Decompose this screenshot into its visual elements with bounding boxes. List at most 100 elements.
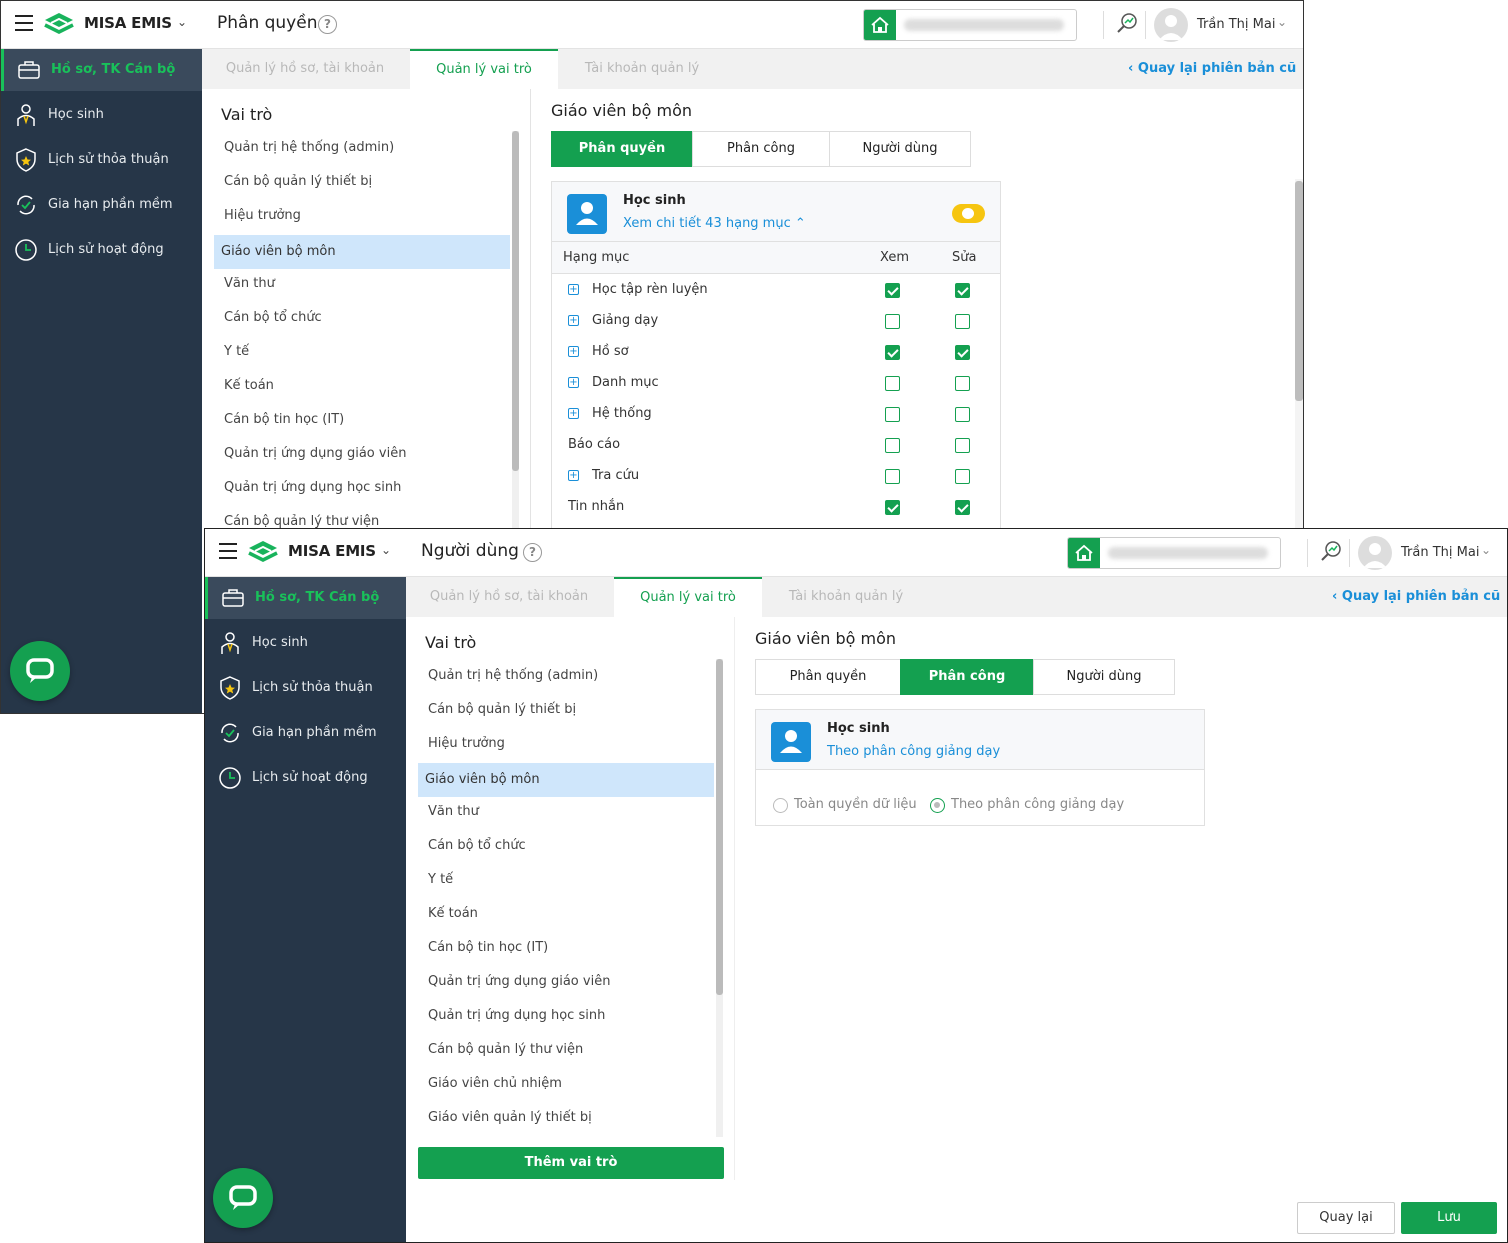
tab-profiles[interactable]: Quản lý hồ sơ, tài khoản	[202, 49, 408, 89]
edit-checkbox[interactable]	[955, 314, 970, 329]
chevron-down-icon[interactable]: ⌄	[1481, 543, 1491, 557]
tab-roles[interactable]: Quản lý vai trò	[614, 577, 762, 617]
role-item[interactable]: Quản trị ứng dụng giáo viên	[418, 965, 714, 999]
details-link[interactable]: Xem chi tiết 43 hạng mục ⌃	[623, 216, 806, 231]
edit-checkbox[interactable]	[955, 407, 970, 422]
role-item[interactable]: Kế toán	[214, 369, 510, 403]
analytics-search-icon[interactable]	[1115, 11, 1139, 35]
expand-icon[interactable]: +	[568, 408, 579, 419]
sidebar-item-students[interactable]: Học sinh	[205, 622, 406, 664]
role-item[interactable]: Y tế	[214, 335, 510, 369]
view-checkbox[interactable]	[885, 500, 900, 515]
expand-icon[interactable]: +	[568, 315, 579, 326]
tab-profiles[interactable]: Quản lý hồ sơ, tài khoản	[406, 577, 612, 617]
edit-checkbox[interactable]	[955, 345, 970, 360]
tab-admin-accounts[interactable]: Tài khoản quản lý	[764, 577, 928, 617]
role-item[interactable]: Hiệu trưởng	[418, 727, 714, 761]
sidebar-item-agreements[interactable]: Lịch sử thỏa thuận	[205, 667, 406, 709]
role-item-selected[interactable]: Giáo viên bộ môn	[214, 235, 510, 269]
role-item[interactable]: Cán bộ quản lý thư viện	[418, 1033, 714, 1067]
segment-users[interactable]: Người dùng	[829, 131, 971, 167]
expand-icon[interactable]: +	[568, 284, 579, 295]
chevron-down-icon[interactable]: ⌄	[1277, 15, 1287, 29]
segment-users[interactable]: Người dùng	[1033, 659, 1175, 695]
add-role-button[interactable]: Thêm vai trò	[418, 1147, 724, 1179]
sidebar-item-renewal[interactable]: Gia hạn phần mềm	[1, 184, 202, 226]
role-item[interactable]: Kế toán	[418, 897, 714, 931]
back-button[interactable]: Quay lại	[1297, 1202, 1395, 1234]
edit-checkbox[interactable]	[955, 469, 970, 484]
chat-button[interactable]	[10, 641, 70, 701]
role-item[interactable]: Quản trị ứng dụng học sinh	[418, 999, 714, 1033]
role-item[interactable]: Quản trị hệ thống (admin)	[418, 659, 714, 693]
segment-assignment[interactable]: Phân công	[692, 131, 830, 167]
menu-icon[interactable]	[219, 543, 237, 559]
sidebar-item-agreements[interactable]: Lịch sử thỏa thuận	[1, 139, 202, 181]
school-selector[interactable]	[863, 9, 1077, 41]
radio-full-access[interactable]	[773, 798, 788, 813]
chevron-down-icon[interactable]: ⌄	[381, 543, 391, 557]
analytics-search-icon[interactable]	[1319, 539, 1343, 563]
role-item[interactable]: Quản trị hệ thống (admin)	[214, 131, 510, 165]
help-icon[interactable]: ?	[523, 543, 542, 562]
view-checkbox[interactable]	[885, 438, 900, 453]
role-item[interactable]: Văn thư	[418, 795, 714, 829]
role-item[interactable]: Y tế	[418, 863, 714, 897]
segment-assignment[interactable]: Phân công	[900, 659, 1034, 695]
tab-roles[interactable]: Quản lý vai trò	[410, 49, 558, 89]
role-item[interactable]: Cán bộ tổ chức	[214, 301, 510, 335]
tab-admin-accounts[interactable]: Tài khoản quản lý	[560, 49, 724, 89]
role-item[interactable]: Cán bộ tin học (IT)	[418, 931, 714, 965]
expand-icon[interactable]: +	[568, 346, 579, 357]
segment-permissions[interactable]: Phân quyền	[755, 659, 901, 695]
role-item[interactable]: Quản trị ứng dụng giáo viên	[214, 437, 510, 471]
scrollbar[interactable]	[512, 131, 519, 531]
chat-button[interactable]	[213, 1168, 273, 1228]
sidebar-item-staff-profile[interactable]: Hồ sơ, TK Cán bộ	[205, 577, 406, 619]
enable-toggle[interactable]	[952, 204, 985, 223]
sidebar-item-staff-profile[interactable]: Hồ sơ, TK Cán bộ	[1, 49, 202, 91]
edit-checkbox[interactable]	[955, 376, 970, 391]
role-item[interactable]: Cán bộ tổ chức	[418, 829, 714, 863]
role-item[interactable]: Cán bộ quản lý thiết bị	[418, 693, 714, 727]
role-item[interactable]: Giáo viên quản lý thiết bị	[418, 1101, 714, 1135]
scrollbar[interactable]	[716, 659, 723, 1137]
role-item[interactable]: Hiệu trưởng	[214, 199, 510, 233]
save-button[interactable]: Lưu	[1401, 1202, 1497, 1234]
radio-by-teaching-assignment[interactable]	[930, 798, 945, 813]
edit-checkbox[interactable]	[955, 500, 970, 515]
role-item[interactable]: Cán bộ tin học (IT)	[214, 403, 510, 437]
role-item[interactable]: Văn thư	[214, 267, 510, 301]
avatar[interactable]	[1154, 8, 1188, 42]
radio-full-access-label[interactable]: Toàn quyền dữ liệu	[794, 797, 917, 812]
user-name[interactable]: Trần Thị Mai	[1401, 545, 1479, 560]
expand-icon[interactable]: +	[568, 377, 579, 388]
role-item[interactable]: Cán bộ quản lý thiết bị	[214, 165, 510, 199]
role-item[interactable]: Giáo viên chủ nhiệm	[418, 1067, 714, 1101]
help-icon[interactable]: ?	[318, 15, 337, 34]
role-item-selected[interactable]: Giáo viên bộ môn	[418, 763, 714, 797]
expand-icon[interactable]: +	[568, 470, 579, 481]
view-checkbox[interactable]	[885, 407, 900, 422]
sidebar-item-activity-log[interactable]: Lịch sử hoạt động	[1, 229, 202, 271]
avatar[interactable]	[1358, 536, 1392, 570]
back-to-old-version-link[interactable]: ‹ Quay lại phiên bản cũ	[1332, 589, 1500, 604]
view-checkbox[interactable]	[885, 314, 900, 329]
view-checkbox[interactable]	[885, 283, 900, 298]
sidebar-item-renewal[interactable]: Gia hạn phần mềm	[205, 712, 406, 754]
sidebar-item-students[interactable]: Học sinh	[1, 94, 202, 136]
edit-checkbox[interactable]	[955, 438, 970, 453]
scrollbar[interactable]	[1295, 179, 1303, 529]
role-item[interactable]: Quản trị ứng dụng học sinh	[214, 471, 510, 505]
user-name[interactable]: Trần Thị Mai	[1197, 17, 1275, 32]
edit-checkbox[interactable]	[955, 283, 970, 298]
radio-by-teaching-assignment-label[interactable]: Theo phân công giảng dạy	[951, 797, 1124, 812]
view-checkbox[interactable]	[885, 469, 900, 484]
view-checkbox[interactable]	[885, 345, 900, 360]
chevron-down-icon[interactable]: ⌄	[177, 15, 187, 29]
school-selector[interactable]	[1067, 537, 1281, 569]
back-to-old-version-link[interactable]: ‹ Quay lại phiên bản cũ	[1128, 61, 1296, 76]
menu-icon[interactable]	[15, 15, 33, 31]
view-checkbox[interactable]	[885, 376, 900, 391]
sidebar-item-activity-log[interactable]: Lịch sử hoạt động	[205, 757, 406, 799]
